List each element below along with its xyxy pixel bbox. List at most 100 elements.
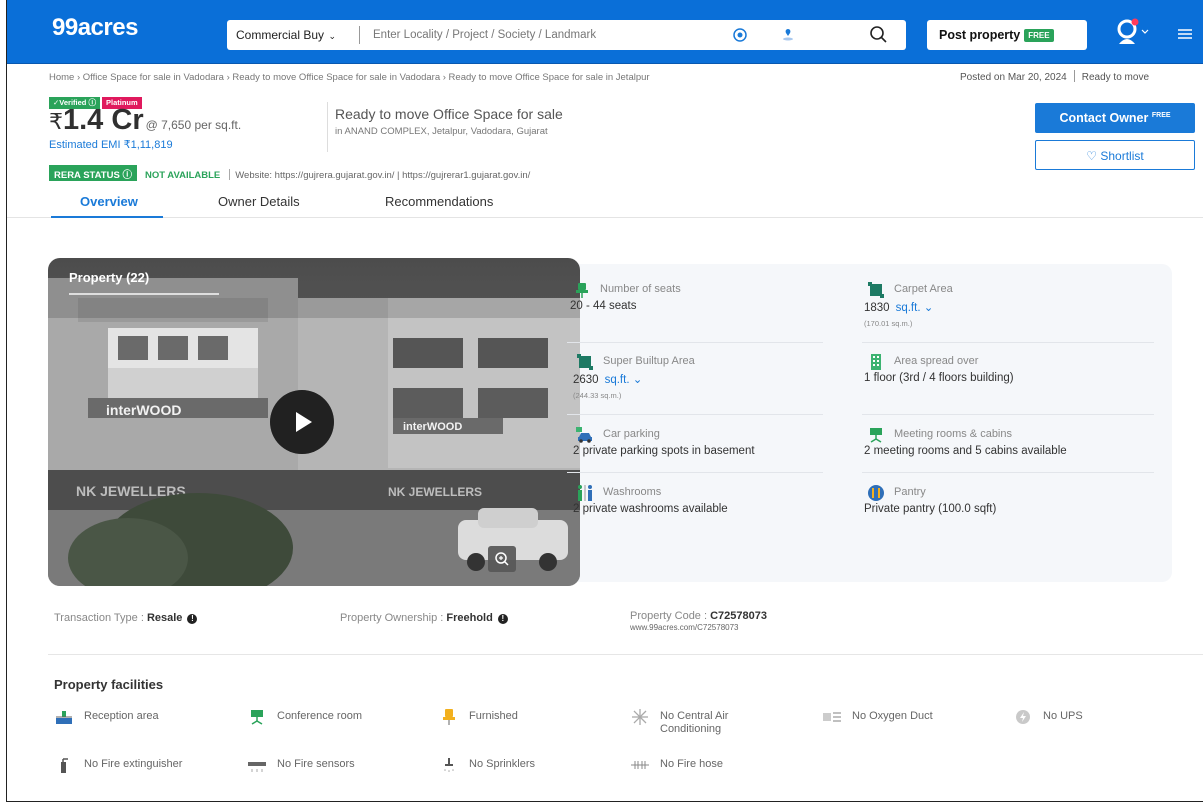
sprinkler-off-icon: [444, 758, 454, 772]
furnished-icon: [443, 709, 455, 725]
transaction-label: Transaction Type :: [54, 612, 147, 624]
photo-count-label[interactable]: Property (22): [69, 270, 149, 285]
section-divider: [48, 654, 1203, 655]
play-video-icon[interactable]: [270, 390, 334, 454]
property-code: Property Code : C72578073 www.99acres.co…: [630, 610, 767, 632]
feature-carpet-area: Carpet Area 1830 sq.ft. ⌄ (170.01 sq.m.): [864, 282, 1154, 328]
tab-overview[interactable]: Overview: [80, 194, 138, 209]
unit-dropdown[interactable]: sq.ft. ⌄: [605, 374, 643, 386]
feature-subvalue: (244.33 sq.m.): [573, 391, 622, 400]
feature-label-text: Washrooms: [603, 486, 662, 498]
rera-label: RERA STATUS ⓘ: [49, 165, 137, 181]
emi-estimate[interactable]: Estimated EMI ₹1,11,819: [49, 138, 173, 151]
pantry-icon: [868, 485, 884, 501]
category-label: Commercial Buy: [236, 28, 325, 42]
nearby-location-icon[interactable]: [732, 27, 748, 43]
svg-text:interWOOD: interWOOD: [403, 421, 462, 433]
feature-label: Carpet Area: [864, 282, 1154, 299]
hamburger-menu-icon[interactable]: [1177, 26, 1193, 42]
zoom-in-icon[interactable]: [488, 546, 516, 572]
property-url[interactable]: www.99acres.com/C72578073: [630, 623, 767, 632]
reception-icon: [56, 711, 72, 724]
divider: [862, 414, 1154, 415]
ownership-label: Property Ownership :: [340, 612, 447, 624]
feature-label-text: Number of seats: [600, 283, 681, 295]
feature-label-text: Car parking: [603, 428, 660, 440]
feature-value: 1 floor (3rd / 4 floors building): [864, 372, 1014, 384]
voice-search-icon[interactable]: [780, 27, 796, 43]
feature-label: Super Builtup Area: [573, 354, 863, 371]
chevron-down-icon: ⌄: [923, 302, 934, 314]
posted-status: Ready to move: [1081, 72, 1150, 83]
facility-label: Conference room: [277, 710, 362, 722]
contact-free-badge: FREE: [1151, 111, 1171, 119]
washroom-icon: [578, 485, 592, 501]
feature-seats: Number of seats 20 - 44 seats: [570, 283, 860, 312]
rera-label-text: RERA STATUS: [54, 170, 120, 181]
feature-value: 2 private parking spots in basement: [573, 445, 755, 457]
fire-sensor-off-icon: [248, 762, 266, 772]
feature-label-text: Pantry: [894, 486, 926, 498]
post-property-button[interactable]: Post property FREE: [927, 20, 1087, 50]
category-dropdown[interactable]: Commercial Buy ⌄: [236, 28, 336, 42]
property-code-line: Property Code : C72578073: [630, 610, 767, 622]
info-icon[interactable]: ⓘ: [122, 170, 132, 181]
divider: [567, 472, 823, 473]
feature-meeting-rooms: Meeting rooms & cabins 2 meeting rooms a…: [864, 428, 1154, 457]
active-tab-indicator: [51, 216, 163, 218]
unit-label: sq.ft.: [604, 374, 630, 386]
feature-label: Car parking: [573, 427, 863, 444]
feature-value: 20 - 44 seats: [570, 300, 637, 312]
price-amount: 1.4 Cr: [63, 104, 144, 136]
chevron-down-icon: ⌄: [632, 374, 643, 386]
feature-label: Pantry: [864, 485, 1154, 502]
building-icon: [871, 354, 881, 370]
contact-owner-button[interactable]: Contact Owner FREE: [1035, 103, 1195, 133]
feature-label-text: Area spread over: [894, 355, 979, 367]
feature-washrooms: Washrooms 2 private washrooms available: [573, 485, 863, 515]
top-header: 99acres Commercial Buy ⌄ Post propertyFR…: [7, 0, 1203, 64]
rera-website-1[interactable]: Website: https://gujrera.gujarat.gov.in/: [235, 170, 394, 181]
site-logo[interactable]: 99acres: [52, 14, 138, 42]
facility-label: No Oxygen Duct: [852, 710, 933, 722]
fire-hose-off-icon: [631, 761, 649, 769]
breadcrumb[interactable]: Home › Office Space for sale in Vadodara…: [49, 72, 650, 83]
search-icon[interactable]: [867, 23, 891, 47]
photo-title-underline: [69, 293, 219, 295]
shortlist-button[interactable]: ♡ Shortlist: [1035, 140, 1195, 170]
property-address: in ANAND COMPLEX, Jetalpur, Vadodara, Gu…: [335, 126, 548, 137]
svg-text:interWOOD: interWOOD: [106, 402, 181, 418]
page: 99acres Commercial Buy ⌄ Post propertyFR…: [6, 0, 1203, 802]
feature-label: Area spread over: [864, 354, 1154, 371]
feature-super-builtup: Super Builtup Area 2630 sq.ft. ⌄ (244.33 …: [573, 354, 863, 400]
rera-status: NOT AVAILABLE: [144, 170, 221, 181]
feature-area-spread: Area spread over 1 floor (3rd / 4 floors…: [864, 354, 1154, 384]
post-property-label: Post property: [939, 28, 1021, 42]
tab-owner-details[interactable]: Owner Details: [218, 194, 300, 209]
user-account-icon[interactable]: [1115, 18, 1155, 48]
facility-label: Furnished: [469, 710, 518, 722]
rera-website-2[interactable]: https://gujrerar1.gujarat.gov.in/: [402, 170, 530, 181]
fire-extinguisher-off-icon: [61, 758, 68, 773]
conference-icon: [251, 710, 263, 725]
heart-icon: ♡: [1086, 149, 1098, 163]
property-ownership: Property Ownership : Freehold!: [340, 612, 508, 624]
unit-dropdown[interactable]: sq.ft. ⌄: [896, 302, 934, 314]
info-icon[interactable]: !: [497, 614, 508, 624]
posted-info: Posted on Mar 20, 2024 Ready to move: [960, 70, 1149, 83]
search-input[interactable]: [373, 25, 703, 45]
tab-recommendations[interactable]: Recommendations: [385, 194, 493, 209]
separator: [229, 169, 231, 180]
property-photo[interactable]: interWOOD interWOOD NK JEWELLERS NK JEWE…: [48, 258, 580, 586]
info-icon[interactable]: !: [187, 614, 198, 624]
feature-value: 1830 sq.ft. ⌄: [864, 300, 1154, 314]
feature-value: Private pantry (100.0 sqft): [864, 503, 997, 515]
feature-value: 2 private washrooms available: [573, 503, 728, 515]
unit-label: sq.ft.: [895, 302, 921, 314]
chevron-down-icon: ⌄: [326, 31, 337, 41]
search-separator: [359, 26, 360, 44]
oxygen-duct-off-icon: [823, 712, 841, 722]
builtup-icon: [577, 354, 593, 370]
shortlist-label: Shortlist: [1100, 149, 1144, 163]
price-per-sqft: @ 7,650 per sq.ft.: [145, 118, 242, 132]
